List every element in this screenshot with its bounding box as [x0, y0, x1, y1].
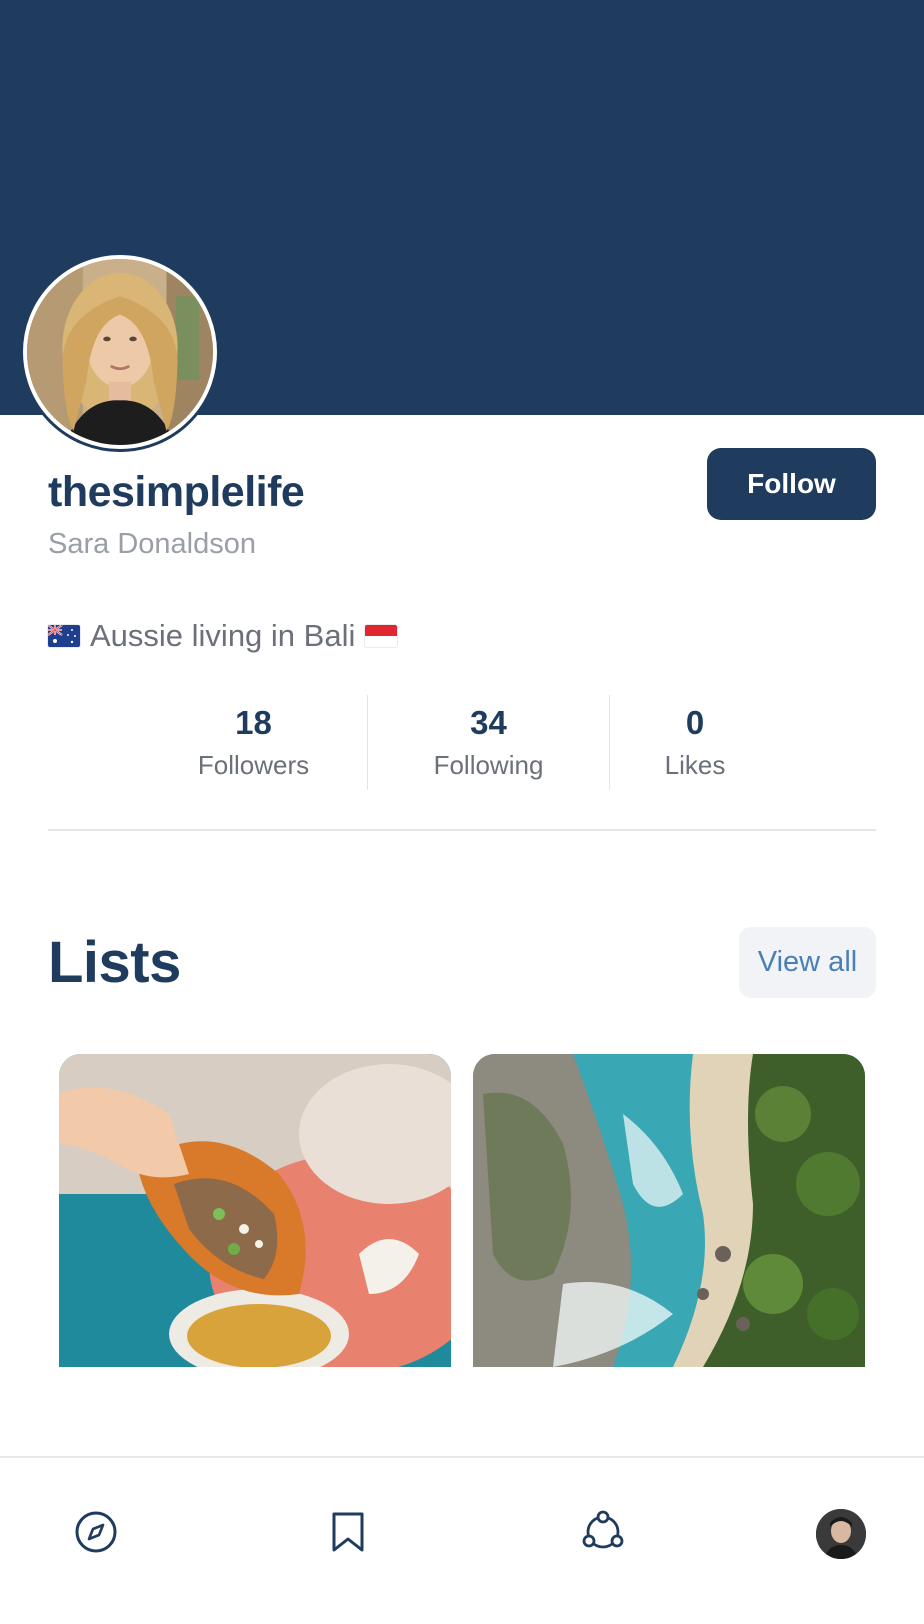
profile-stats: 18 Followers 34 Following 0 Likes — [140, 695, 780, 790]
stat-following[interactable]: 34 Following — [367, 695, 610, 790]
stat-value: 18 — [235, 703, 272, 741]
taco-photo — [59, 1054, 451, 1367]
profile-bio: Aussie living in Bali — [48, 616, 407, 656]
list-card-bali-beach[interactable] — [473, 1054, 865, 1367]
compass-icon — [74, 1510, 118, 1559]
profile-photo — [27, 259, 213, 445]
stat-value: 0 — [685, 703, 705, 741]
stat-value: 34 — [470, 703, 507, 741]
view-all-button[interactable]: View all — [739, 927, 876, 998]
australia-flag-icon — [48, 625, 80, 647]
stat-followers[interactable]: 18 Followers — [140, 695, 367, 790]
lists-heading: Lists — [48, 930, 181, 995]
stat-label: Likes — [664, 749, 726, 780]
stat-label: Following — [433, 749, 544, 780]
bio-text: Aussie living in Bali — [90, 618, 356, 653]
stat-likes[interactable]: 0 Likes — [610, 695, 780, 790]
user-avatar — [816, 1509, 866, 1559]
profile-screen: thesimplelife Sara Donaldson Follow Auss… — [0, 0, 924, 1624]
nav-saved[interactable] — [320, 1506, 376, 1562]
section-divider — [48, 829, 876, 831]
nav-community[interactable] — [575, 1506, 631, 1562]
list-card-taco[interactable] — [59, 1054, 451, 1367]
profile-avatar[interactable] — [20, 252, 220, 452]
bali-beach-aerial-photo — [473, 1054, 865, 1367]
profile-username: thesimplelife — [48, 468, 305, 516]
nav-profile[interactable] — [813, 1506, 869, 1562]
stat-label: Followers — [197, 749, 310, 780]
indonesia-flag-icon — [365, 625, 398, 647]
profile-full-name: Sara Donaldson — [48, 528, 256, 560]
bookmark-icon — [328, 1510, 368, 1559]
follow-button[interactable]: Follow — [707, 448, 876, 520]
nav-explore[interactable] — [68, 1506, 124, 1562]
community-icon — [579, 1509, 627, 1560]
bottom-navigation — [0, 1456, 924, 1624]
